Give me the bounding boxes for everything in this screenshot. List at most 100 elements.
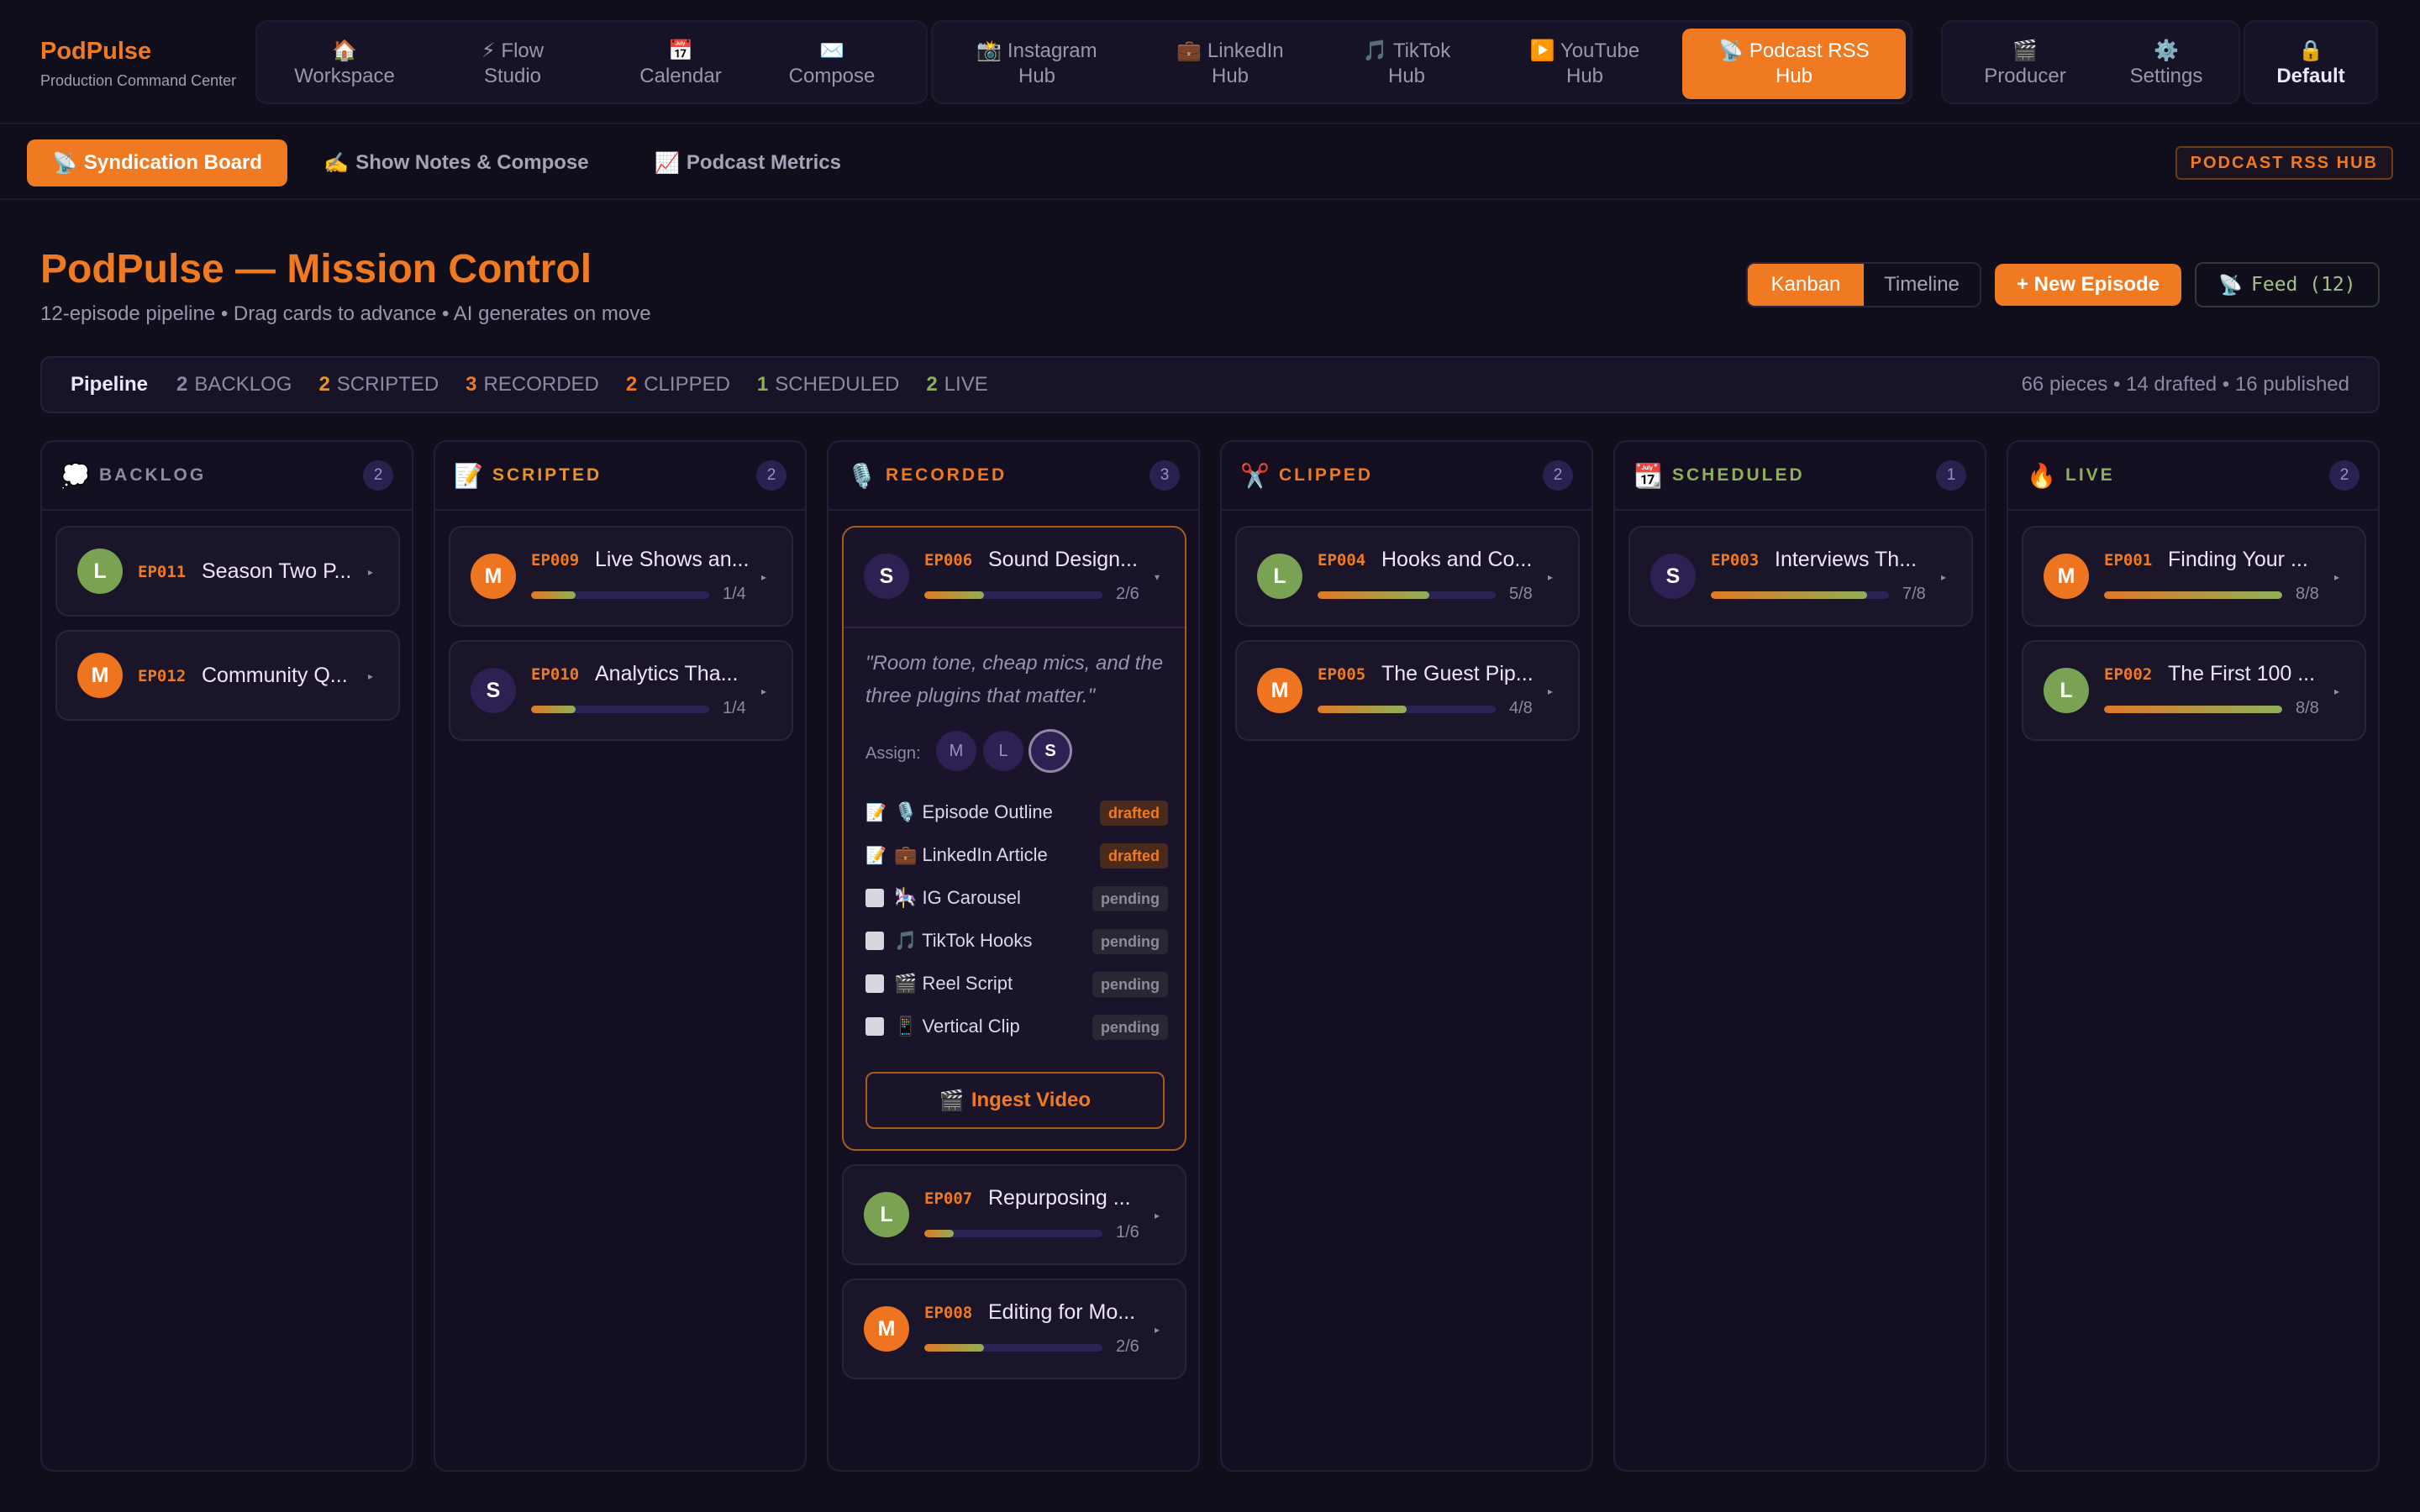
episode-card-ep001[interactable]: M EP001 Finding Your ... 8/8 ▸ — [2022, 526, 2366, 627]
nav-instagram-hub[interactable]: 📸 Instagram Hub — [953, 29, 1121, 99]
episode-card-ep004[interactable]: L EP004 Hooks and Co... 5/8 ▸ — [1235, 526, 1580, 627]
expand-arrow-icon[interactable]: ▸ — [1548, 685, 1553, 697]
episode-card-ep011[interactable]: L EP011 Season Two P... ▸ — [55, 526, 400, 617]
episode-card-ep008[interactable]: M EP008 Editing for Mo... 2/6 ▸ — [842, 1278, 1186, 1379]
nav-label-line2: Hub — [1018, 65, 1056, 87]
column-count: 1 — [1936, 460, 1966, 491]
nav-compose[interactable]: ✉️ Compose — [758, 29, 906, 99]
expand-arrow-icon[interactable]: ▸ — [1941, 571, 1946, 583]
nav-calendar[interactable]: 📅 Calendar — [607, 29, 755, 99]
task-tiktok-hooks[interactable]: 🎵 TikTok Hooks pending — [865, 927, 1168, 955]
nav-flow-studio[interactable]: ⚡ Flow Studio — [439, 29, 587, 99]
tab-syndication-board[interactable]: 📡 Syndication Board — [27, 139, 287, 186]
clapperboard-icon: 🎬 — [894, 973, 918, 994]
view-kanban-button[interactable]: Kanban — [1748, 264, 1864, 306]
status-badge: pending — [1092, 886, 1168, 911]
assign-avatar-l[interactable]: L — [983, 731, 1023, 771]
episode-card-ep012[interactable]: M EP012 Community Q... ▸ — [55, 630, 400, 721]
page-title: PodPulse — Mission Control — [40, 247, 592, 291]
view-timeline-button[interactable]: Timeline — [1864, 264, 1980, 306]
task-checkbox[interactable] — [865, 889, 884, 907]
tab-podcast-metrics[interactable]: 📈 Podcast Metrics — [647, 139, 849, 186]
brand-subtitle: Production Command Center — [40, 72, 237, 89]
nav-label-line2: Hub — [1775, 65, 1813, 87]
pipeline-title: Pipeline — [71, 373, 149, 396]
ingest-video-button[interactable]: 🎬 Ingest Video — [865, 1072, 1165, 1129]
expand-arrow-icon[interactable]: ▸ — [761, 571, 766, 583]
task-checkbox[interactable] — [865, 974, 884, 993]
progress-bar — [531, 591, 709, 599]
episode-card-ep007[interactable]: L EP007 Repurposing ... 1/6 ▸ — [842, 1164, 1186, 1265]
task-checkbox[interactable] — [865, 1017, 884, 1036]
microphone-icon: 🎙️ — [847, 462, 876, 489]
nav-label-line1: Podcast RSS — [1749, 39, 1870, 62]
episode-title: Hooks and Co... — [1381, 548, 1533, 571]
collapse-arrow-icon[interactable]: ▾ — [1155, 571, 1160, 583]
top-navigation-bar: PodPulse Production Command Center 🏠 Wor… — [0, 0, 2420, 124]
nav-workspace[interactable]: 🏠 Workspace — [271, 29, 418, 99]
expand-arrow-icon[interactable]: ▸ — [1155, 1210, 1160, 1221]
nav-label-line1: LinkedIn — [1207, 39, 1284, 62]
task-linkedin-article[interactable]: 📝 💼 LinkedIn Article drafted — [865, 841, 1168, 869]
tab-show-notes-compose[interactable]: ✍️ Show Notes & Compose — [316, 139, 597, 186]
expand-arrow-icon[interactable]: ▸ — [2334, 685, 2339, 697]
expand-arrow-icon[interactable]: ▸ — [1155, 1324, 1160, 1336]
feed-button[interactable]: 📡 Feed (12) — [2195, 262, 2380, 307]
nav-tiktok-hub[interactable]: 🎵 TikTok Hub — [1323, 29, 1491, 99]
nav-youtube-hub[interactable]: ▶️ YouTube Hub — [1501, 29, 1669, 99]
nav-label: Compose — [788, 65, 876, 87]
episode-title: Repurposing ... — [988, 1186, 1131, 1210]
episode-card-ep006-expanded[interactable]: S EP006 Sound Design... 2/6 ▾ "Room tone… — [842, 526, 1186, 1151]
chart-icon: 📈 — [655, 151, 680, 175]
task-checkbox[interactable] — [865, 932, 884, 950]
progress-count: 5/8 — [1509, 585, 1533, 603]
episode-quote: "Room tone, cheap mics, and the three pl… — [865, 652, 1164, 707]
nav-default-profile[interactable]: 🔒 Default — [2250, 29, 2371, 99]
episode-card-ep009[interactable]: M EP009 Live Shows an... 1/4 ▸ — [449, 526, 793, 627]
nav-group-hubs: 📸 Instagram Hub 💼 LinkedIn Hub 🎵 TikTok … — [931, 20, 1912, 104]
nav-linkedin-hub[interactable]: 💼 LinkedIn Hub — [1146, 29, 1314, 99]
music-note-icon: 🎵 — [1362, 39, 1388, 62]
satellite-icon: 📡 — [2218, 274, 2243, 297]
expand-arrow-icon[interactable]: ▸ — [368, 566, 373, 578]
assign-avatar-s-selected[interactable]: S — [1028, 729, 1072, 773]
task-reel-script[interactable]: 🎬 Reel Script pending — [865, 969, 1168, 998]
progress-count: 8/8 — [2296, 699, 2319, 717]
episode-code: EP011 — [138, 563, 187, 581]
status-badge: pending — [1092, 972, 1168, 997]
nav-podcast-rss-hub[interactable]: 📡 Podcast RSS Hub — [1682, 29, 1906, 99]
assign-avatar-m[interactable]: M — [936, 731, 976, 771]
progress-bar — [924, 1344, 1102, 1352]
column-scheduled: 📆 SCHEDULED 1 S EP003 Interviews Th... 7… — [1613, 440, 1986, 1472]
expand-arrow-icon[interactable]: ▸ — [2334, 571, 2339, 583]
nav-label-line2: Hub — [1387, 65, 1426, 87]
nav-producer[interactable]: 🎬 Producer — [1951, 29, 2099, 99]
task-ig-carousel[interactable]: 🎠 IG Carousel pending — [865, 884, 1168, 912]
avatar: M — [1257, 668, 1302, 713]
brand-name: PodPulse — [40, 38, 152, 65]
episode-card-ep002[interactable]: L EP002 The First 100 ... 8/8 ▸ — [2022, 640, 2366, 741]
satellite-icon: 📡 — [1718, 39, 1744, 62]
nav-settings[interactable]: ⚙️ Settings — [2099, 29, 2233, 99]
envelope-icon: ✉️ — [819, 39, 844, 62]
episode-card-ep010[interactable]: S EP010 Analytics Tha... 1/4 ▸ — [449, 640, 793, 741]
episode-card-ep005[interactable]: M EP005 The Guest Pip... 4/8 ▸ — [1235, 640, 1580, 741]
thought-bubble-icon: 💭 — [60, 462, 90, 489]
column-title: LIVE — [2065, 465, 2115, 485]
avatar: M — [2044, 554, 2089, 599]
new-episode-button[interactable]: + New Episode — [1995, 264, 2181, 306]
task-episode-outline[interactable]: 📝 🎙️ Episode Outline drafted — [865, 798, 1168, 827]
progress-bar — [1318, 706, 1496, 713]
column-scripted: 📝 SCRIPTED 2 M EP009 Live Shows an... 1/… — [434, 440, 807, 1472]
task-vertical-clip[interactable]: 📱 Vertical Clip pending — [865, 1012, 1168, 1041]
expand-arrow-icon[interactable]: ▸ — [1548, 571, 1553, 583]
expand-arrow-icon[interactable]: ▸ — [368, 670, 373, 682]
pipeline-stat-clipped: 2 CLIPPED — [625, 373, 730, 396]
expand-arrow-icon[interactable]: ▸ — [761, 685, 766, 697]
column-title: BACKLOG — [99, 465, 207, 485]
column-clipped: ✂️ CLIPPED 2 L EP004 Hooks and Co... 5/8… — [1220, 440, 1593, 1472]
nav-group-tools: 🎬 Producer ⚙️ Settings — [1941, 20, 2240, 104]
episode-card-ep003[interactable]: S EP003 Interviews Th... 7/8 ▸ — [1628, 526, 1973, 627]
episode-code: EP003 — [1711, 551, 1760, 570]
pipeline-stat-scripted: 2 SCRIPTED — [318, 373, 439, 396]
